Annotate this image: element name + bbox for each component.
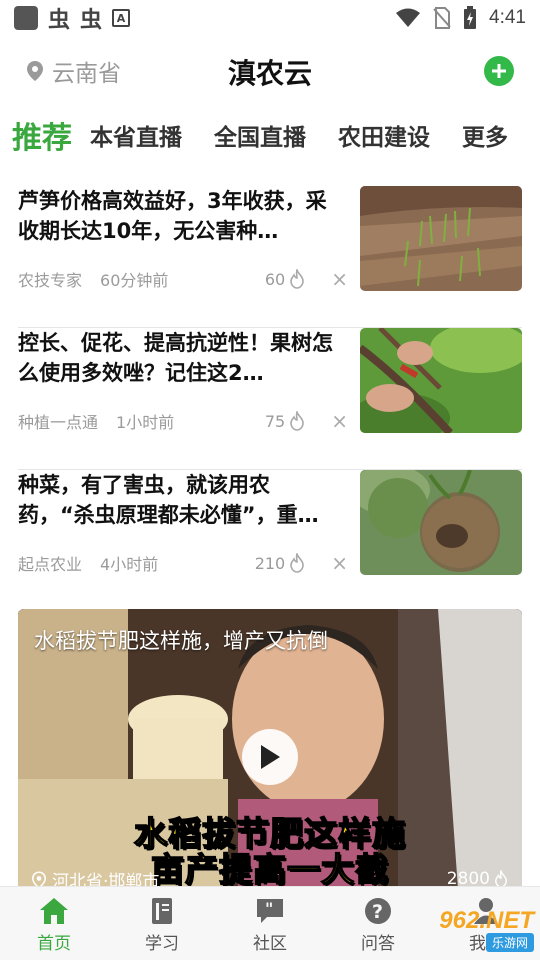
article-time: 4小时前	[100, 555, 159, 574]
location-pin-icon	[27, 61, 43, 81]
heat-count: 210	[254, 553, 286, 573]
close-icon[interactable]: ×	[331, 267, 348, 291]
article-item[interactable]: 控长、促花、提高抗逆性！果树怎么使用多效唑？记住这2… 种植一点通 1小时前 7…	[18, 328, 522, 470]
bug-icon: 虫	[80, 8, 103, 33]
app-header: 云南省 滇农云	[0, 44, 540, 96]
nav-study-label: 学习	[145, 934, 179, 954]
play-button[interactable]	[242, 729, 298, 785]
article-title[interactable]: 芦笋价格高效益好，3年收获，采收期长达10年，无公害种…	[18, 186, 340, 246]
home-icon	[40, 898, 68, 924]
flame-icon	[290, 553, 305, 573]
tab-recommend[interactable]: 推荐	[12, 113, 72, 157]
article-meta: 种植一点通 1小时前 75 ×	[18, 408, 348, 434]
nav-home-label: 首页	[37, 934, 71, 954]
battery-charging-icon	[464, 6, 477, 29]
watermark-site: 乐游网	[485, 932, 534, 952]
svg-text:?: ?	[372, 901, 383, 923]
article-time: 60分钟前	[100, 271, 169, 290]
location-selector[interactable]: 云南省	[26, 54, 121, 88]
heat-count: 75	[264, 411, 286, 431]
article-thumbnail[interactable]	[360, 328, 522, 433]
article-source: 种植一点通	[18, 413, 99, 432]
chat-icon: "	[257, 899, 283, 923]
article-meta: 起点农业 4小时前 210 ×	[18, 550, 348, 576]
tab-farmland-construction[interactable]: 农田建设	[338, 118, 430, 152]
wifi-icon	[396, 8, 421, 27]
article-thumbnail[interactable]	[360, 186, 522, 291]
font-a-icon: A	[112, 9, 131, 27]
flame-icon	[290, 411, 305, 431]
plus-icon	[492, 64, 506, 78]
add-button[interactable]	[484, 56, 514, 86]
nav-home[interactable]: 首页	[0, 887, 108, 960]
nav-qa-label: 问答	[361, 934, 395, 954]
watermark-brand: 962.NET	[439, 906, 534, 934]
site-watermark: 962.NET 乐游网	[404, 904, 534, 954]
book-icon	[152, 898, 172, 924]
article-time: 1小时前	[116, 413, 175, 432]
svg-text:": "	[265, 899, 273, 918]
status-bar: 虫 虫 A 4:41	[0, 0, 540, 36]
article-title[interactable]: 控长、促花、提高抗逆性！果树怎么使用多效唑？记住这2…	[18, 328, 340, 388]
close-icon[interactable]: ×	[331, 551, 348, 575]
tab-province-live[interactable]: 本省直播	[90, 118, 182, 152]
article-item[interactable]: 种菜，有了害虫，就该用农药，“杀虫原理都未必懂”，重… 起点农业 4小时前 21…	[18, 470, 522, 612]
bug-icon: 虫	[48, 8, 71, 33]
article-thumbnail[interactable]	[360, 470, 522, 575]
video-card[interactable]: 水稻拔节肥这样施，增产又抗倒 水稻拔节肥这样施 亩产提高一大截 河北省·邯郸市 …	[18, 609, 522, 889]
heat-count: 60	[264, 269, 286, 289]
video-title: 水稻拔节肥这样施，增产又抗倒	[34, 629, 328, 653]
nav-community[interactable]: " 社区	[216, 887, 324, 960]
play-icon	[261, 745, 280, 769]
article-source: 起点农业	[18, 555, 83, 574]
category-tabs: 推荐 本省直播 全国直播 农田建设 更多	[0, 110, 540, 160]
clock-time: 4:41	[489, 7, 526, 28]
article-item[interactable]: 芦笋价格高效益好，3年收获，采收期长达10年，无公害种… 农技专家 60分钟前 …	[18, 186, 522, 328]
article-source: 农技专家	[18, 271, 83, 290]
question-icon: ?	[365, 898, 391, 924]
tab-more[interactable]: 更多	[462, 118, 508, 152]
no-sim-icon	[433, 7, 451, 29]
nav-community-label: 社区	[253, 934, 287, 954]
location-label: 云南省	[52, 61, 121, 87]
tab-national-live[interactable]: 全国直播	[214, 118, 306, 152]
app-notification-icon	[14, 6, 38, 30]
article-meta: 农技专家 60分钟前 60 ×	[18, 266, 348, 292]
flame-icon	[290, 269, 305, 289]
close-icon[interactable]: ×	[331, 409, 348, 433]
article-title[interactable]: 种菜，有了害虫，就该用农药，“杀虫原理都未必懂”，重…	[18, 470, 340, 530]
nav-study[interactable]: 学习	[108, 887, 216, 960]
